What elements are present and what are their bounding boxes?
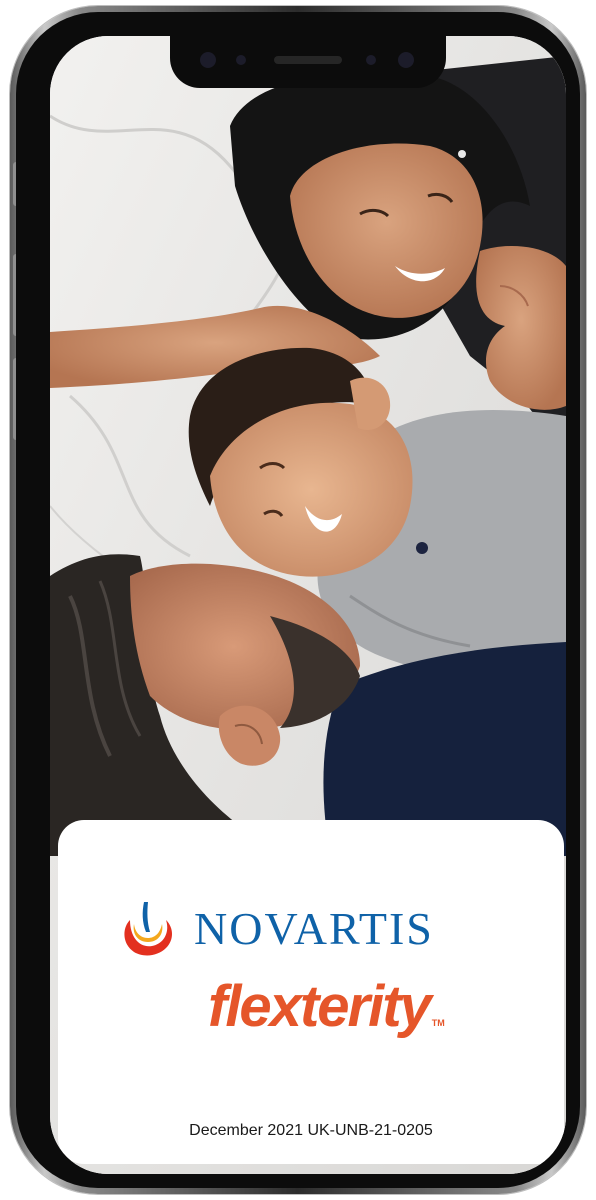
front-camera-icon (200, 52, 216, 68)
face-id-camera-icon (398, 52, 414, 68)
phone-notch (170, 36, 446, 88)
company-name: NOVARTIS (194, 903, 434, 954)
phone-frame: NOVARTIS flexterity TM December 2021 UK-… (10, 6, 586, 1194)
phone-screen: NOVARTIS flexterity TM December 2021 UK-… (50, 36, 566, 1174)
proximity-sensor-icon (366, 55, 376, 65)
brand-card: NOVARTIS flexterity TM December 2021 UK-… (58, 820, 564, 1164)
trademark-symbol: TM (431, 1018, 445, 1028)
document-code: December 2021 UK-UNB-21-0205 (189, 1122, 433, 1139)
sensor-icon (236, 55, 246, 65)
product-name: flexterity (208, 974, 432, 1039)
earpiece-speaker (274, 56, 342, 64)
flexterity-logo: flexterity TM (208, 978, 445, 1036)
novartis-logo: NOVARTIS (120, 898, 434, 960)
novartis-flame-icon (124, 902, 172, 956)
